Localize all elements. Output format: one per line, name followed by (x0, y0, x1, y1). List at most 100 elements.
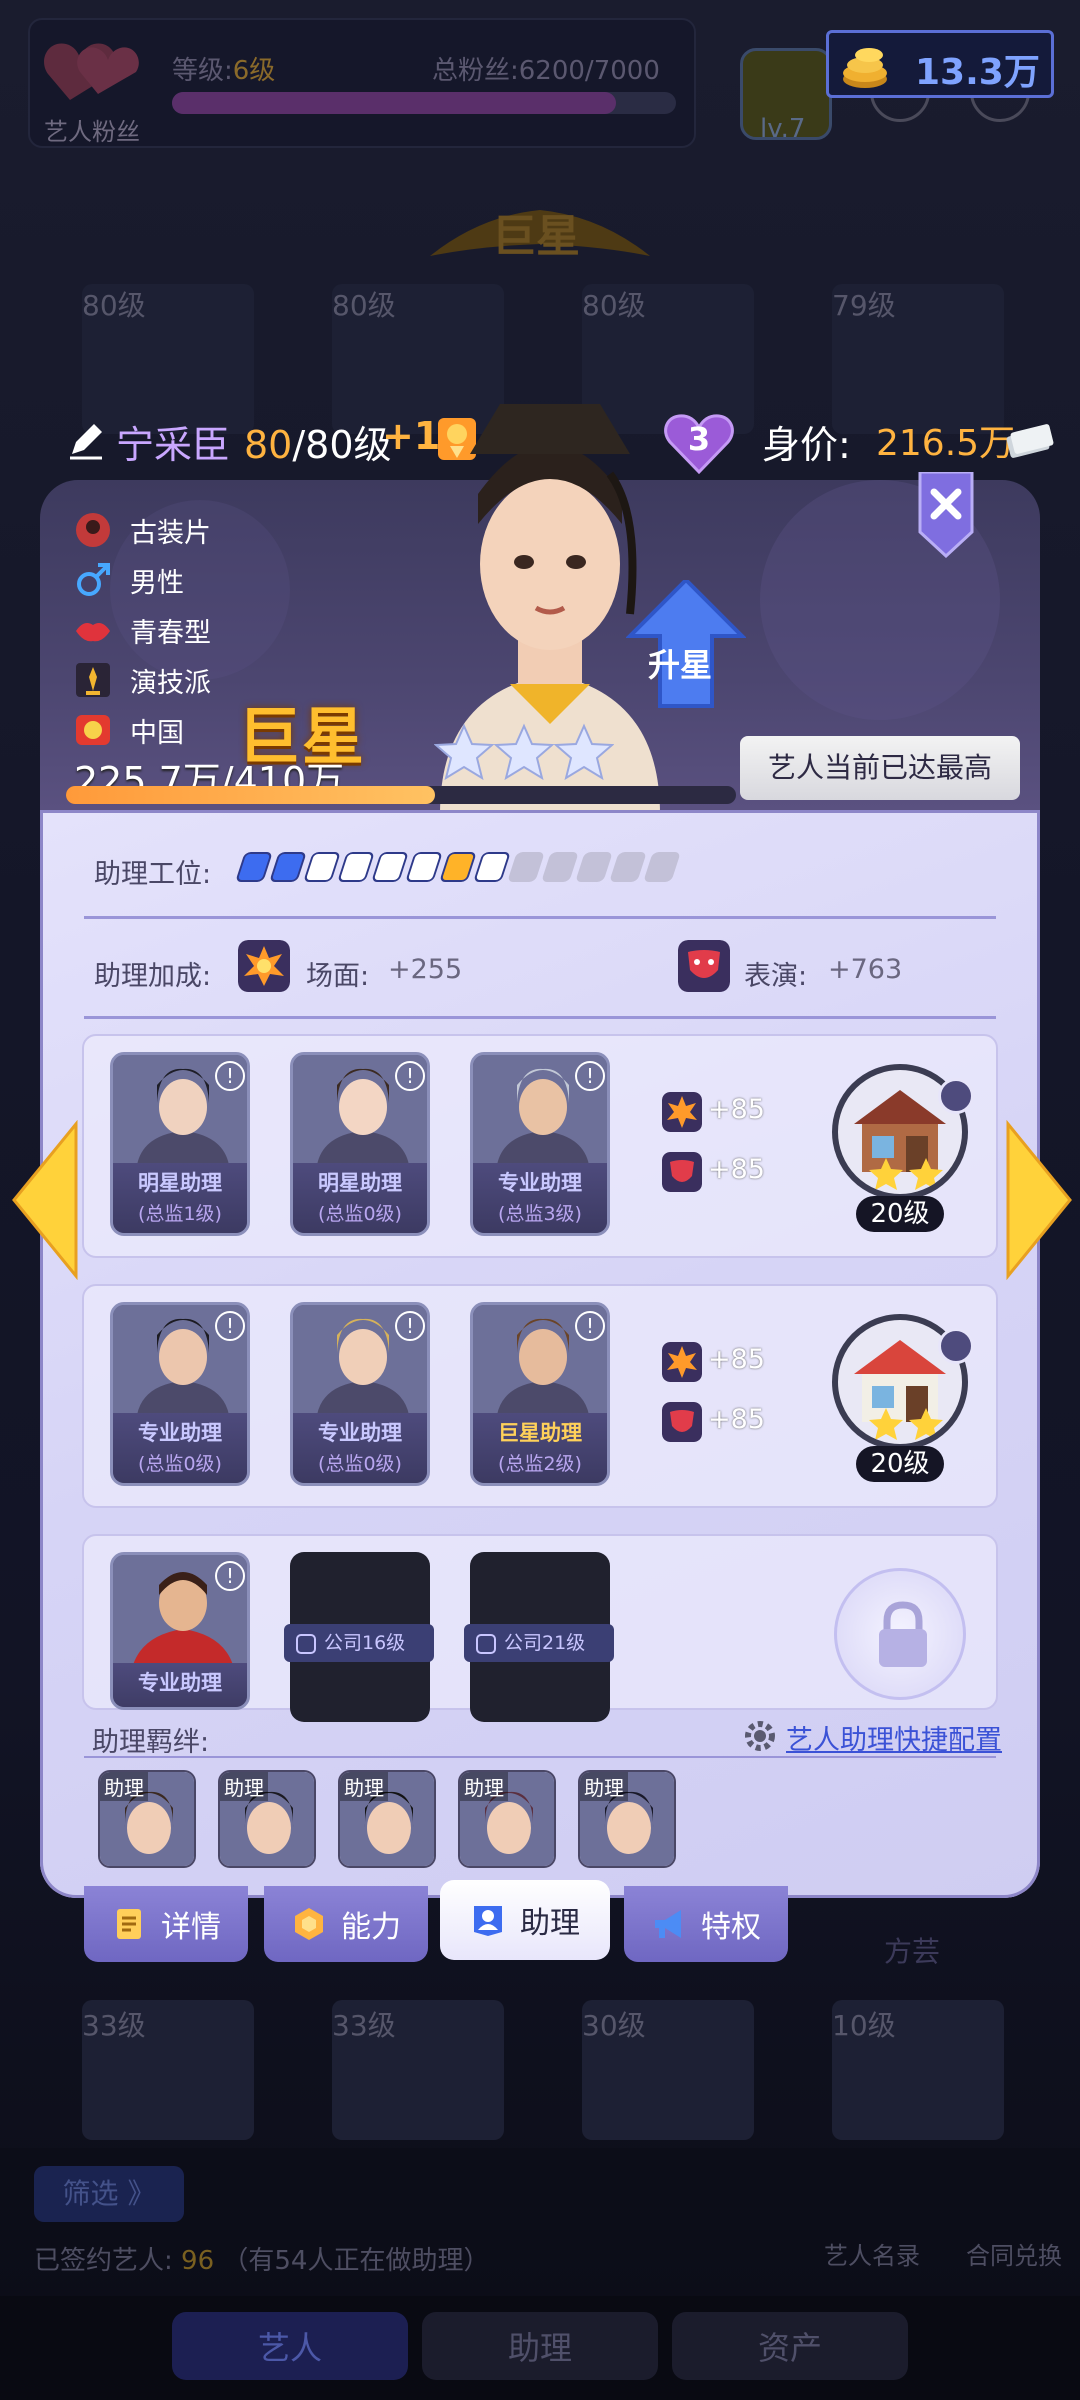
assistant-card[interactable]: ! 专业助理 (110, 1552, 250, 1710)
bond-assistant-card[interactable]: 助理 (98, 1770, 196, 1868)
signed-number: 96 (181, 2246, 215, 2276)
group-scene-bonus: +85 (708, 1344, 765, 1375)
search-icon[interactable] (938, 1078, 974, 1114)
slots-label: 助理工位: (94, 859, 212, 890)
artist-card-level: 80级 (332, 289, 396, 322)
artist-card[interactable]: 33级 (82, 2000, 254, 2140)
signed-note: （有54人正在做助理） (222, 2246, 490, 2276)
upgrade-label[interactable]: 升星 (648, 640, 712, 686)
details-icon (117, 1909, 141, 1939)
nav-assistant[interactable]: 助理 (422, 2312, 658, 2380)
slot-pip (439, 852, 477, 882)
tag-style-label: 演技派 (130, 667, 211, 699)
fan-total-prefix: 总粉丝: (432, 56, 519, 86)
artist-value: 216.5万 (876, 423, 1016, 464)
nav-artist[interactable]: 艺人 (172, 2312, 408, 2380)
info-icon[interactable]: ! (575, 1311, 605, 1341)
next-artist-arrow-icon[interactable] (1004, 1120, 1074, 1280)
lock-icon (879, 1601, 927, 1667)
group-scene-bonus: +85 (708, 1094, 765, 1125)
performance-bonus-label: 表演: (744, 961, 808, 992)
prev-artist-arrow-icon[interactable] (10, 1120, 80, 1280)
artist-card[interactable]: 80级 (82, 284, 254, 434)
fan-total-value: 6200/7000 (518, 56, 660, 86)
artist-directory-button[interactable]: 艺人名录 (824, 2236, 920, 2271)
scene-icon (662, 1092, 702, 1132)
bond-tag: 助理 (580, 1772, 628, 1801)
assistant-name: 巨星助理 (498, 1421, 582, 1445)
fan-total: 总粉丝:6200/7000 (432, 50, 660, 87)
search-icon[interactable] (938, 1328, 974, 1364)
info-icon[interactable]: ! (215, 1061, 245, 1091)
assistant-card[interactable]: ! 专业助理 (总监0级) (110, 1302, 250, 1486)
group-performance-bonus: +85 (708, 1404, 765, 1435)
bond-tag: 助理 (100, 1772, 148, 1801)
fan-level-value: 6级 (232, 56, 276, 86)
assistant-card[interactable]: ! 明星助理 (总监1级) (110, 1052, 250, 1236)
quick-config-link[interactable]: 艺人助理快捷配置 (786, 1718, 1002, 1757)
tab-privilege[interactable]: 特权 (624, 1886, 788, 1962)
assistant-card[interactable]: ! 巨星助理 (总监2级) (470, 1302, 610, 1486)
fan-level: 等级:6级 (172, 50, 275, 87)
assistant-card[interactable]: ! 专业助理 (总监0级) (290, 1302, 430, 1486)
artist-card[interactable]: 33级 (332, 2000, 504, 2140)
lock-small-icon (476, 1634, 496, 1654)
building-level: 20级 (856, 1446, 944, 1482)
assistant-slots (235, 852, 681, 882)
filter-button[interactable]: 筛选 》 (34, 2166, 184, 2222)
tag-genre-label: 古装片 (130, 517, 211, 549)
star-icon (553, 723, 614, 781)
fan-level-prefix: 等级: (172, 56, 233, 86)
info-icon[interactable]: ! (215, 1311, 245, 1341)
unlock-building-button[interactable] (834, 1568, 966, 1700)
bond-assistant-card[interactable]: 助理 (458, 1770, 556, 1868)
info-icon[interactable]: ! (395, 1061, 425, 1091)
nav-assets[interactable]: 资产 (672, 2312, 908, 2380)
rename-pen-icon[interactable] (66, 420, 106, 460)
tag-country: 中国 (74, 710, 184, 750)
bond-assistant-card[interactable]: 助理 (578, 1770, 676, 1868)
tab-ability-label: 能力 (341, 1910, 401, 1945)
assistant-director-level: (总监0级) (138, 1453, 222, 1475)
tab-details[interactable]: 详情 (84, 1886, 248, 1962)
male-icon (77, 563, 110, 596)
max-level-button[interactable]: 艺人当前已达最高 (740, 736, 1020, 800)
bond-assistant-card[interactable]: 助理 (338, 1770, 436, 1868)
contract-exchange-button[interactable]: 合同兑换 (966, 2236, 1062, 2271)
bond-assistant-card[interactable]: 助理 (218, 1770, 316, 1868)
ability-icon (295, 1908, 323, 1940)
lips-icon (76, 623, 110, 642)
info-icon[interactable]: ! (215, 1561, 245, 1591)
info-icon[interactable]: ! (395, 1311, 425, 1341)
experience-fill (66, 786, 435, 804)
assistant-name: 明星助理 (138, 1171, 222, 1195)
genre-icon (76, 513, 110, 547)
tag-style: 演技派 (74, 660, 211, 700)
artist-level-current: 80 (244, 423, 293, 467)
close-icon[interactable] (916, 472, 976, 558)
assistant-director-level: (总监0级) (318, 1453, 402, 1475)
slot-pip (473, 852, 511, 882)
artist-card[interactable]: 30级 (582, 2000, 754, 2140)
tag-gender-label: 男性 (130, 567, 184, 599)
tag-gender: 男性 (74, 560, 184, 600)
artist-card-level: 33级 (82, 2009, 146, 2042)
assistant-card[interactable]: ! 明星助理 (总监0级) (290, 1052, 430, 1236)
coin-stack-icon (843, 48, 887, 88)
scene-icon (662, 1342, 702, 1382)
performance-icon (662, 1402, 702, 1442)
coin-counter[interactable]: 13.3万 (826, 30, 1054, 98)
locked-slot-label: 公司21级 (504, 1632, 586, 1654)
info-icon[interactable]: ! (575, 1061, 605, 1091)
tab-ability[interactable]: 能力 (264, 1886, 428, 1962)
artist-card[interactable]: 79级 (832, 284, 1004, 434)
assistant-card[interactable]: ! 专业助理 (总监3级) (470, 1052, 610, 1236)
performance-icon (662, 1152, 702, 1192)
gear-icon[interactable] (742, 1718, 778, 1754)
tab-assistant[interactable]: 助理 (440, 1880, 610, 1960)
assistant-director-level: (总监0级) (318, 1203, 402, 1225)
slot-pip (371, 852, 409, 882)
artist-card[interactable]: 10级 (832, 2000, 1004, 2140)
lock-small-icon (296, 1634, 316, 1654)
artist-card-level: 80级 (82, 289, 146, 322)
